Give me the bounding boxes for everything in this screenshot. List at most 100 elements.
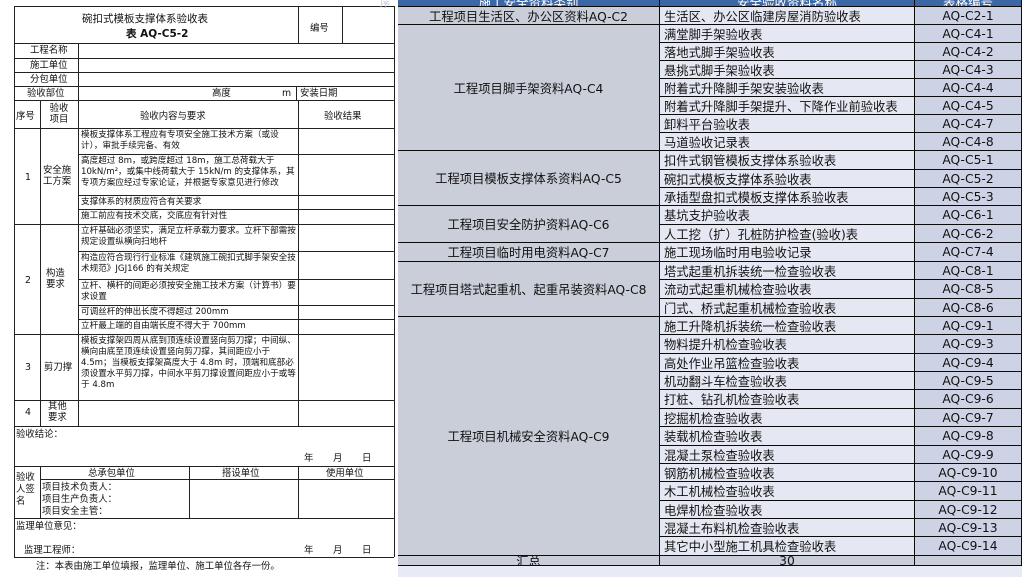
row-code: AQ-C5-2	[915, 170, 1022, 188]
summary-blank	[915, 556, 1022, 566]
category-cell: 工程项目临时用电资料AQ-C7	[398, 243, 660, 262]
section-2-name: 构造要求	[46, 268, 65, 290]
row-name: 装载机检查验收表	[660, 427, 915, 446]
row-name: 生活区、办公区临建房屋消防验收表	[660, 7, 915, 25]
row-name: 人工挖（扩）孔桩防护检查(验收)表	[660, 225, 915, 243]
row-name: 基坑支护验收表	[660, 206, 915, 225]
role-tech-lead: 项目技术负责人：	[42, 482, 118, 493]
row-code: AQ-C9-3	[915, 335, 1022, 354]
row-name: 电焊机检查验收表	[660, 501, 915, 519]
col-item-header: 验收项目	[49, 103, 69, 125]
section-1-no: 1	[25, 172, 31, 183]
row-code: AQ-C9-10	[915, 464, 1022, 482]
row-name: 马道验收记录表	[660, 133, 915, 151]
signature-label: 验收人签名	[16, 472, 35, 507]
row-code: AQ-C4-8	[915, 133, 1022, 151]
row-code: AQ-C4-5	[915, 97, 1022, 115]
row-name: 落地式脚手架验收表	[660, 43, 915, 61]
category-cell: 工程项目塔式起重机、起重吊装资料AQ-C8	[398, 262, 660, 317]
section-3-no: 3	[25, 362, 31, 373]
col-no-header: 序号	[16, 111, 35, 122]
row-code: AQ-C9-12	[915, 501, 1022, 519]
conclusion-day: 日	[362, 453, 372, 464]
conclusion-label: 验收结论：	[16, 429, 63, 440]
row-code: AQ-C6-1	[915, 206, 1022, 225]
section-1-item-1: 模板支撑体系工程应有专项安全施工技术方案（或设计），审批手续完备、有效	[81, 130, 279, 151]
construction-unit-label: 施工单位	[30, 60, 68, 71]
col-content-header: 验收内容与要求	[140, 111, 206, 122]
row-name: 门式、桥式起重机械检查验收表	[660, 299, 915, 317]
row-name: 木工机械检查验收表	[660, 482, 915, 501]
section-3-item-1: 模板支撑架四周从底到顶连续设置竖向剪刀撑；中间纵、横向由底至顶连续设置竖向剪刀撑…	[81, 336, 296, 390]
row-name: 悬挑式脚手架验收表	[660, 61, 915, 79]
header-code: 表格编号	[915, 0, 1022, 7]
row-code: AQ-C9-8	[915, 427, 1022, 446]
row-code: AQ-C9-1	[915, 317, 1022, 335]
section-2-item-4: 可调丝杆的伸出长度不得超过 200mm	[81, 307, 229, 317]
corner-header-text: 序	[380, 0, 390, 10]
row-name: 其它中小型施工机具检查验收表	[660, 537, 915, 556]
row-name: 卸料平台验收表	[660, 115, 915, 133]
row-code: AQ-C5-3	[915, 188, 1022, 206]
serial-label: 编号	[310, 23, 329, 34]
section-4-name: 其他要求	[48, 401, 67, 423]
row-name: 碗扣式模板支撑体系验收表	[660, 170, 915, 188]
row-code: AQ-C8-6	[915, 299, 1022, 317]
row-code: AQ-C4-2	[915, 43, 1022, 61]
row-code: AQ-C8-1	[915, 262, 1022, 280]
row-name: 流动式起重机械检查验收表	[660, 280, 915, 299]
row-name: 物料提升机检查验收表	[660, 335, 915, 354]
section-2-item-3: 立杆、横杆的间距必须按安全施工技术方案（计算书）要求设置	[81, 281, 296, 302]
row-name: 满堂脚手架验收表	[660, 25, 915, 43]
row-name: 挖掘机检查验收表	[660, 409, 915, 427]
row-code: AQ-C9-11	[915, 482, 1022, 501]
form-title: 碗扣式模板支撑体系验收表	[82, 13, 208, 25]
category-cell: 工程项目生活区、办公区资料AQ-C2	[398, 7, 660, 25]
section-2-item-5: 立杆最上端的自由端长度不得大于 700mm	[81, 321, 246, 331]
supervision-engineer-label: 监理工程师：	[24, 545, 81, 556]
row-name: 机动翻斗车检查验收表	[660, 372, 915, 390]
row-code: AQ-C4-3	[915, 61, 1022, 79]
height-unit: m	[282, 88, 292, 99]
row-name: 塔式起重机拆装统一检查验收表	[660, 262, 915, 280]
header-name: 安全验收资料名称	[660, 0, 915, 7]
row-code: AQ-C5-1	[915, 151, 1022, 170]
role-safety-lead: 项目安全主管：	[42, 506, 108, 517]
acceptance-form-image: 碗扣式模板支撑体系验收表 表 AQ-C5-2 编号 工程名称 施工单位 分包单位…	[0, 0, 398, 577]
erection-unit-label: 搭设单位	[222, 468, 260, 479]
supervision-opinion-label: 监理单位意见：	[16, 521, 82, 532]
summary-value: 30	[660, 556, 915, 566]
row-code: AQ-C6-2	[915, 225, 1022, 243]
project-name-label: 工程名称	[30, 45, 68, 56]
row-name: 附着式升降脚手架提升、下降作业前验收表	[660, 97, 915, 115]
row-code: AQ-C4-4	[915, 79, 1022, 97]
form-note: 注：本表由施工单位填报，监理单位、施工单位各存一份。	[36, 561, 280, 572]
category-cell: 工程项目机械安全资料AQ-C9	[398, 317, 660, 556]
section-1-name: 安全施工方案	[43, 165, 72, 187]
row-name: 钢筋机械检查验收表	[660, 464, 915, 482]
row-code: AQ-C9-6	[915, 390, 1022, 409]
install-date-label: 安装日期	[300, 88, 338, 99]
row-code: AQ-C7-4	[915, 243, 1022, 262]
subcontractor-label: 分包单位	[30, 74, 68, 85]
role-production-lead: 项目生产负责人：	[42, 494, 118, 505]
row-code: AQ-C8-5	[915, 280, 1022, 299]
summary-label: 汇总	[398, 556, 660, 566]
form-code: 表 AQ-C5-2	[126, 28, 189, 40]
supervision-day: 日	[362, 545, 372, 556]
row-code: AQ-C4-7	[915, 115, 1022, 133]
category-cell: 工程项目安全防护资料AQ-C6	[398, 206, 660, 243]
height-label: 高度	[212, 88, 231, 99]
row-code: AQ-C9-9	[915, 446, 1022, 464]
section-4-no: 4	[25, 407, 31, 418]
row-name: 高处作业吊篮检查验收表	[660, 354, 915, 372]
row-code: AQ-C9-14	[915, 537, 1022, 556]
row-code: AQ-C9-7	[915, 409, 1022, 427]
row-name: 扣件式钢管模板支撑体系验收表	[660, 151, 915, 170]
row-name: 承插型盘扣式模板支撑体系验收表	[660, 188, 915, 206]
row-code: AQ-C2-1	[915, 7, 1022, 25]
supervision-month: 月	[333, 545, 343, 556]
category-cell: 工程项目脚手架资料AQ-C4	[398, 25, 660, 151]
conclusion-year: 年	[304, 453, 314, 464]
acceptance-location-label: 验收部位	[27, 88, 65, 99]
